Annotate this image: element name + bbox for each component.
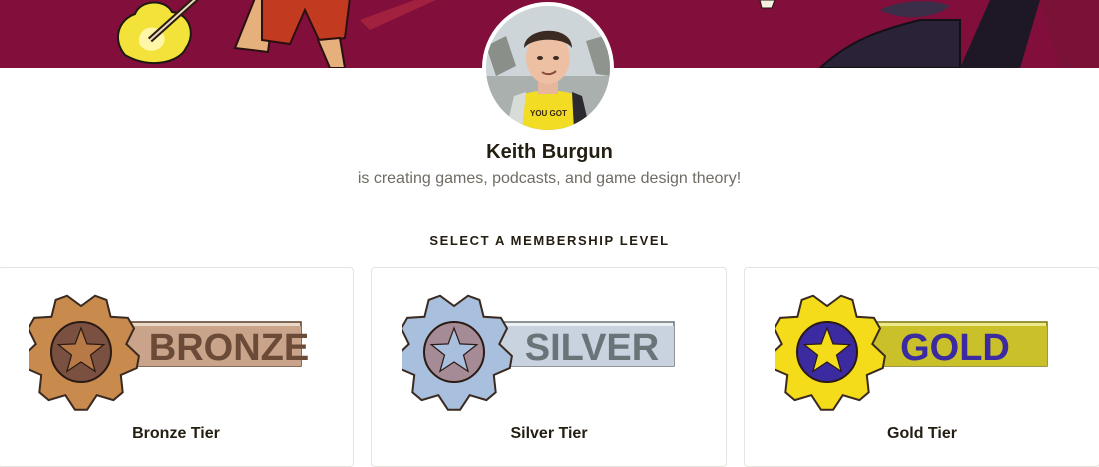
svg-text:GOLD: GOLD <box>900 327 1010 369</box>
tier-card-gold[interactable]: GOLD Gold Tier <box>744 267 1099 467</box>
tier-name: Bronze Tier <box>132 425 220 442</box>
tier-name: Gold Tier <box>887 425 957 442</box>
tier-card-silver[interactable]: SILVER Silver Tier <box>371 267 727 467</box>
svg-text:BRONZE: BRONZE <box>149 327 309 369</box>
tier-name: Silver Tier <box>510 425 588 442</box>
membership-heading: SELECT A MEMBERSHIP LEVEL <box>429 233 670 248</box>
gold-badge-icon: GOLD <box>775 294 1048 411</box>
silver-badge-icon: SILVER <box>402 294 675 411</box>
svg-text:SILVER: SILVER <box>525 327 659 369</box>
svg-text:YOU GOT: YOU GOT <box>530 109 567 118</box>
bronze-badge-icon: BRONZE <box>29 294 309 411</box>
creator-name: Keith Burgun <box>486 141 613 163</box>
creator-tagline: is creating games, podcasts, and game de… <box>357 170 742 187</box>
creator-avatar: YOU GOT <box>482 2 614 134</box>
tier-card-bronze[interactable]: BRONZE Bronze Tier <box>0 267 354 467</box>
